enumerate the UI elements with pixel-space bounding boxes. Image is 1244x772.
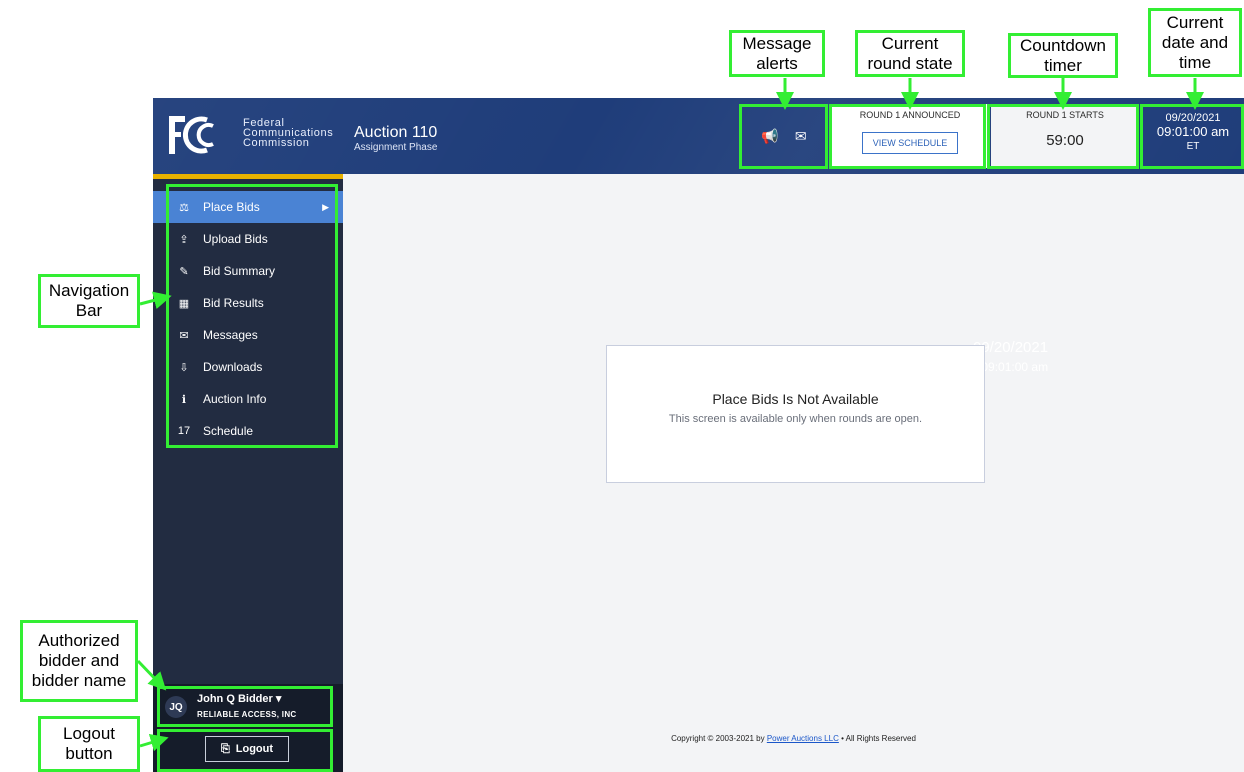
highlight-navigation <box>166 184 338 448</box>
agency-name: Federal Communications Commission <box>243 118 333 149</box>
highlight-message-alerts <box>739 104 828 169</box>
annotation-navigation: Navigation Bar <box>38 274 140 328</box>
auction-title: Auction 110 <box>354 124 438 141</box>
power-auctions-link[interactable]: Power Auctions LLC <box>767 734 839 743</box>
auction-subtitle: Assignment Phase <box>354 142 438 153</box>
sidebar-accent-bar <box>153 174 343 179</box>
highlight-round-state <box>829 104 986 169</box>
main-content: 09/20/2021 09:01:00 am Place Bids Is Not… <box>343 174 1244 772</box>
fcc-logo <box>169 116 214 154</box>
agency-line-3: Commission <box>243 137 310 149</box>
annotation-bidder: Authorized bidder and bidder name <box>20 620 138 702</box>
annotation-countdown: Countdown timer <box>1008 33 1118 78</box>
annotation-logout: Logout button <box>38 716 140 772</box>
highlight-datetime <box>1140 104 1244 169</box>
card-title: Place Bids Is Not Available <box>712 391 879 407</box>
highlight-logout <box>157 729 333 772</box>
annotation-message-alerts: Message alerts <box>729 30 825 77</box>
copyright: Copyright © 2003-2021 by Power Auctions … <box>343 734 1244 743</box>
card-subtitle: This screen is available only when round… <box>668 413 923 425</box>
highlight-countdown <box>987 104 1139 169</box>
highlight-bidder <box>157 686 333 727</box>
annotation-datetime: Current date and time <box>1148 8 1242 77</box>
copyright-prefix: Copyright © 2003-2021 by <box>671 734 767 743</box>
copyright-suffix: • All Rights Reserved <box>838 734 916 743</box>
annotation-round-state: Current round state <box>855 30 965 77</box>
not-available-card: Place Bids Is Not Available This screen … <box>606 345 985 483</box>
